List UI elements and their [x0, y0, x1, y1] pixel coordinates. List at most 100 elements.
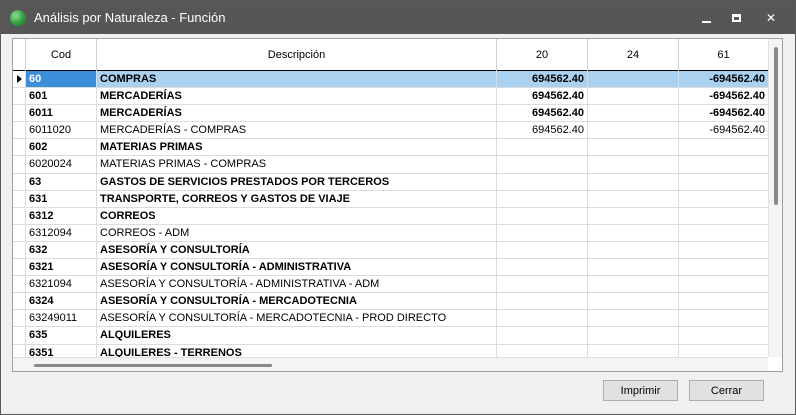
cell-61[interactable] [679, 242, 768, 258]
cell-24[interactable] [588, 173, 679, 190]
minimize-button[interactable] [691, 7, 721, 29]
cell-cod[interactable]: 6011020 [26, 122, 97, 139]
horizontal-scroll-thumb[interactable] [34, 364, 272, 367]
cell-61[interactable] [679, 310, 768, 326]
vertical-scrollbar[interactable] [768, 39, 782, 357]
cell-descripcion[interactable]: MATERIAS PRIMAS - COMPRAS [97, 156, 497, 173]
cell-20[interactable]: 694562.40 [497, 122, 588, 139]
table-row[interactable]: 631 TRANSPORTE, CORREOS Y GASTOS DE VIAJE [13, 190, 768, 208]
cell-20[interactable] [497, 327, 588, 344]
cell-61[interactable] [679, 139, 768, 155]
cell-descripcion[interactable]: CORREOS [97, 207, 497, 224]
cell-descripcion[interactable]: MERCADERÍAS - COMPRAS [97, 122, 497, 139]
column-header-descripcion[interactable]: Descripción [97, 39, 497, 71]
cell-24[interactable] [588, 327, 679, 344]
table-row[interactable]: 6011020 MERCADERÍAS - COMPRAS 694562.40 -69… [13, 122, 768, 140]
cell-61[interactable]: -694562.40 [679, 71, 768, 88]
cell-descripcion[interactable]: ASESORÍA Y CONSULTORÍA - MERCADOTECNIA [97, 293, 497, 310]
cell-24[interactable] [588, 156, 679, 173]
cell-descripcion[interactable]: MERCADERÍAS [97, 88, 497, 105]
cell-24[interactable] [588, 310, 679, 327]
cell-20[interactable] [497, 276, 588, 293]
cell-24[interactable] [588, 190, 679, 207]
cell-61[interactable] [679, 276, 768, 292]
cell-24[interactable] [588, 207, 679, 224]
table-row[interactable]: 60 COMPRAS 694562.40 -694562.40 [13, 71, 768, 89]
cell-20[interactable] [497, 310, 588, 327]
cell-cod[interactable]: 632 [26, 241, 97, 259]
table-row[interactable]: 602 MATERIAS PRIMAS [13, 139, 768, 157]
cell-61[interactable] [679, 225, 768, 241]
cell-descripcion[interactable]: ASESORÍA Y CONSULTORÍA [97, 241, 497, 259]
cell-descripcion[interactable]: CORREOS - ADM [97, 224, 497, 241]
table-row[interactable]: 601 MERCADERÍAS 694562.40 -694562.40 [13, 88, 768, 106]
cell-24[interactable] [588, 88, 679, 105]
cell-cod[interactable]: 635 [26, 327, 97, 344]
cell-descripcion[interactable]: GASTOS DE SERVICIOS PRESTADOS POR TERCER… [97, 173, 497, 190]
column-header-20[interactable]: 20 [497, 39, 588, 71]
table-row[interactable]: 63249011 ASESORÍA Y CONSULTORÍA - MERCADO… [13, 310, 768, 328]
table-row[interactable]: 6312 CORREOS [13, 207, 768, 225]
table-row[interactable]: 6312094 CORREOS - ADM [13, 224, 768, 242]
cell-20[interactable]: 694562.40 [497, 88, 588, 105]
cell-cod[interactable]: 6020024 [26, 156, 97, 173]
cell-61[interactable]: -694562.40 [679, 88, 768, 104]
cell-cod[interactable]: 6011 [26, 105, 97, 122]
cell-20[interactable] [497, 156, 588, 173]
column-header-24[interactable]: 24 [588, 39, 679, 71]
cell-descripcion[interactable]: ASESORÍA Y CONSULTORÍA - MERCADOTECNIA -… [97, 310, 497, 327]
table-row[interactable]: 6321 ASESORÍA Y CONSULTORÍA - ADMINISTRAT… [13, 259, 768, 277]
cell-descripcion[interactable]: TRANSPORTE, CORREOS Y GASTOS DE VIAJE [97, 190, 497, 207]
maximize-button[interactable] [721, 7, 751, 29]
table-row[interactable]: 6011 MERCADERÍAS 694562.40 -694562.40 [13, 105, 768, 123]
title-bar[interactable]: Análisis por Naturaleza - Función ✕ [1, 1, 795, 34]
cell-cod[interactable]: 6321 [26, 259, 97, 276]
cell-61[interactable] [679, 208, 768, 224]
table-row[interactable]: 6020024 MATERIAS PRIMAS - COMPRAS [13, 156, 768, 174]
cell-61[interactable] [679, 259, 768, 275]
cell-61[interactable] [679, 327, 768, 343]
cell-61[interactable]: -694562.40 [679, 122, 768, 138]
table-row[interactable]: 63 GASTOS DE SERVICIOS PRESTADOS POR TERC… [13, 173, 768, 191]
cell-20[interactable] [497, 259, 588, 276]
cell-cod[interactable]: 60 [26, 71, 97, 88]
cell-24[interactable] [588, 139, 679, 156]
print-button[interactable]: Imprimir [603, 380, 678, 401]
cell-20[interactable] [497, 139, 588, 156]
cell-descripcion[interactable]: ASESORÍA Y CONSULTORÍA - ADMINISTRATIVA [97, 259, 497, 276]
cell-cod[interactable]: 6321094 [26, 276, 97, 293]
close-window-button[interactable]: ✕ [756, 7, 786, 29]
column-header-61[interactable]: 61 [679, 39, 768, 71]
cell-cod[interactable]: 601 [26, 88, 97, 105]
data-grid[interactable]: Cod Descripción 20 24 61 60 COMPRAS 694562… [12, 38, 783, 372]
cell-24[interactable] [588, 241, 679, 259]
cell-descripcion[interactable]: MERCADERÍAS [97, 105, 497, 122]
cell-cod[interactable]: 6324 [26, 293, 97, 310]
table-row[interactable]: 635 ALQUILERES [13, 327, 768, 345]
cell-20[interactable]: 694562.40 [497, 105, 588, 122]
table-row[interactable]: 6321094 ASESORÍA Y CONSULTORÍA - ADMINIST… [13, 276, 768, 294]
cell-descripcion[interactable]: MATERIAS PRIMAS [97, 139, 497, 156]
cell-24[interactable] [588, 224, 679, 241]
cell-24[interactable] [588, 122, 679, 139]
close-button[interactable]: Cerrar [689, 380, 764, 401]
cell-cod[interactable]: 63249011 [26, 310, 97, 327]
cell-20[interactable] [497, 207, 588, 224]
cell-cod[interactable]: 6312094 [26, 224, 97, 241]
cell-20[interactable] [497, 293, 588, 310]
cell-24[interactable] [588, 276, 679, 293]
cell-20[interactable] [497, 241, 588, 259]
cell-24[interactable] [588, 105, 679, 122]
cell-24[interactable] [588, 259, 679, 276]
table-row[interactable]: 632 ASESORÍA Y CONSULTORÍA [13, 241, 768, 260]
cell-descripcion[interactable]: ALQUILERES [97, 327, 497, 344]
cell-cod[interactable]: 6312 [26, 207, 97, 224]
cell-61[interactable] [679, 191, 768, 207]
cell-20[interactable]: 694562.40 [497, 71, 588, 88]
column-header-cod[interactable]: Cod [26, 39, 97, 71]
cell-descripcion[interactable]: COMPRAS [97, 71, 497, 88]
cell-24[interactable] [588, 71, 679, 88]
table-row[interactable]: 6324 ASESORÍA Y CONSULTORÍA - MERCADOTECN… [13, 293, 768, 311]
cell-descripcion[interactable]: ASESORÍA Y CONSULTORÍA - ADMINISTRATIVA … [97, 276, 497, 293]
cell-cod[interactable]: 631 [26, 190, 97, 207]
